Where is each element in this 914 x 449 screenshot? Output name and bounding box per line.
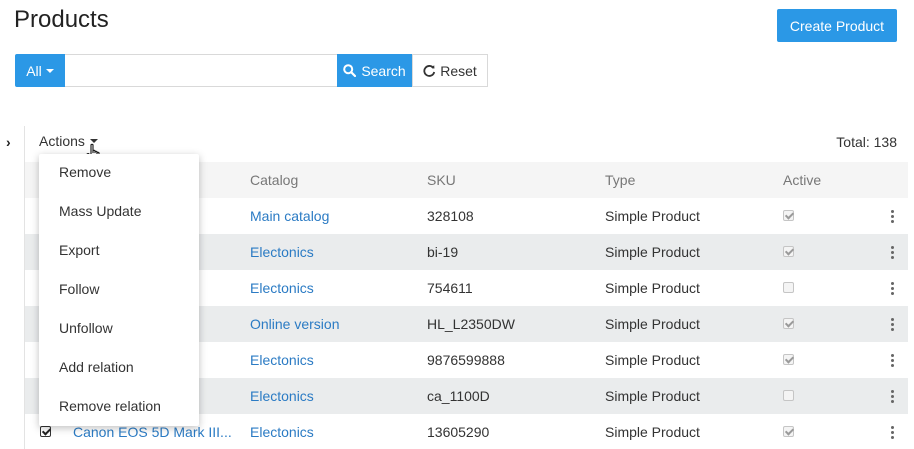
- column-header-sku[interactable]: SKU: [427, 172, 456, 188]
- menu-item-remove[interactable]: Remove: [59, 164, 111, 180]
- menu-item-add-relation[interactable]: Add relation: [59, 359, 134, 375]
- column-header-type[interactable]: Type: [605, 172, 635, 188]
- product-name-link[interactable]: Canon EOS 5D Mark III...: [73, 424, 235, 440]
- active-checkbox: [783, 424, 794, 440]
- active-checkbox: [783, 244, 794, 260]
- type-value: Simple Product: [605, 316, 700, 332]
- catalog-link[interactable]: Electonics: [250, 424, 314, 440]
- search-button[interactable]: Search: [337, 54, 412, 87]
- row-select-checkbox[interactable]: [40, 424, 51, 440]
- catalog-link[interactable]: Online version: [250, 316, 340, 332]
- caret-down-icon: [45, 68, 54, 73]
- type-value: Simple Product: [605, 424, 700, 440]
- type-value: Simple Product: [605, 352, 700, 368]
- active-checkbox: [783, 316, 794, 332]
- active-checkbox: [783, 280, 794, 296]
- search-scope-label: All: [26, 62, 42, 79]
- search-scope-dropdown[interactable]: All: [15, 54, 65, 87]
- column-header-catalog[interactable]: Catalog: [250, 172, 298, 188]
- row-actions-icon[interactable]: [887, 353, 897, 367]
- sku-value: 754611: [427, 280, 473, 296]
- page-title: Products: [14, 6, 109, 33]
- type-value: Simple Product: [605, 388, 700, 404]
- menu-item-export[interactable]: Export: [59, 242, 99, 258]
- sku-value: 9876599888: [427, 352, 505, 368]
- sku-value: ca_1100D: [427, 388, 490, 404]
- row-actions-icon[interactable]: [887, 317, 897, 331]
- active-checkbox: [783, 208, 794, 224]
- chevron-right-icon[interactable]: ›: [6, 134, 11, 150]
- catalog-link[interactable]: Electonics: [250, 352, 314, 368]
- search-icon: [343, 64, 357, 77]
- actions-dropdown-menu: Remove Mass Update Export Follow Unfollo…: [39, 154, 199, 426]
- type-value: Simple Product: [605, 244, 700, 260]
- menu-item-follow[interactable]: Follow: [59, 281, 99, 297]
- catalog-link[interactable]: Electonics: [250, 388, 314, 404]
- row-actions-icon[interactable]: [887, 389, 897, 403]
- row-actions-icon[interactable]: [887, 209, 897, 223]
- menu-item-remove-relation[interactable]: Remove relation: [59, 398, 161, 414]
- reset-button-label: Reset: [440, 62, 477, 79]
- search-input[interactable]: [65, 54, 337, 87]
- catalog-link[interactable]: Electonics: [250, 280, 314, 296]
- total-count: Total: 138: [836, 134, 897, 150]
- row-actions-icon[interactable]: [887, 425, 897, 439]
- search-button-label: Search: [361, 62, 406, 79]
- search-bar: All Search Reset: [15, 54, 488, 87]
- sku-value: bi-19: [427, 244, 459, 260]
- reset-button[interactable]: Reset: [412, 54, 488, 87]
- row-actions-icon[interactable]: [887, 281, 897, 295]
- menu-item-unfollow[interactable]: Unfollow: [59, 320, 113, 336]
- type-value: Simple Product: [605, 280, 700, 296]
- catalog-link[interactable]: Electonics: [250, 244, 314, 260]
- column-header-active[interactable]: Active: [783, 172, 821, 188]
- refresh-icon: [423, 65, 436, 77]
- active-checkbox: [783, 352, 794, 368]
- active-checkbox: [783, 388, 794, 404]
- sku-value: 13605290: [427, 424, 490, 440]
- filter-panel-strip: [0, 126, 25, 449]
- row-actions-icon[interactable]: [887, 245, 897, 259]
- type-value: Simple Product: [605, 208, 700, 224]
- menu-item-mass-update[interactable]: Mass Update: [59, 203, 141, 219]
- create-product-button[interactable]: Create Product: [777, 9, 897, 42]
- catalog-link[interactable]: Main catalog: [250, 208, 329, 224]
- sku-value: 328108: [427, 208, 474, 224]
- actions-label: Actions: [39, 133, 85, 149]
- sku-value: HL_L2350DW: [427, 316, 515, 332]
